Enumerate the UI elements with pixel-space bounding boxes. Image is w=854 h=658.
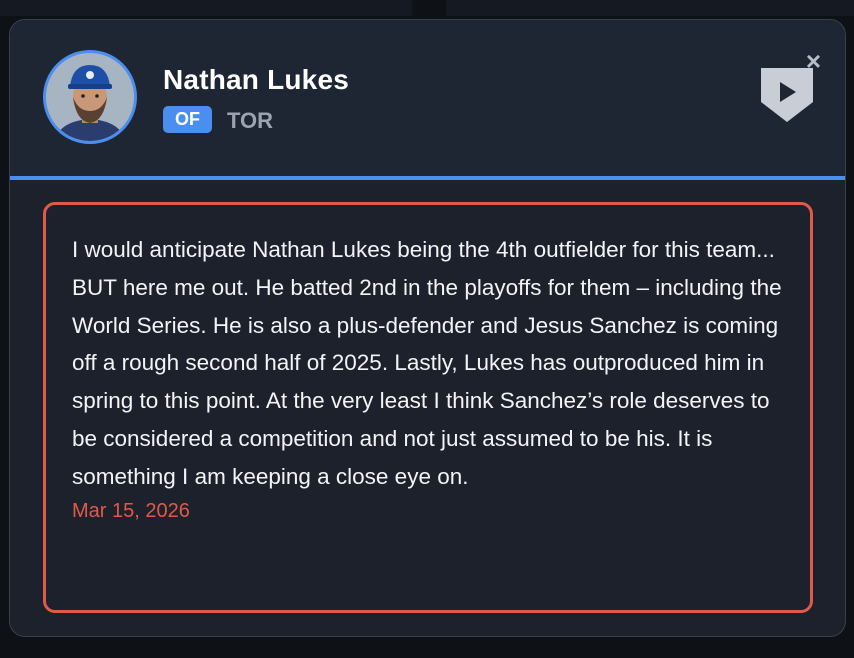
close-icon[interactable]: ×: [806, 48, 821, 74]
card-header: Nathan Lukes OF TOR ×: [10, 20, 845, 180]
player-headshot-icon: [46, 53, 134, 141]
player-news-card: Nathan Lukes OF TOR × I would anticipate…: [9, 19, 846, 637]
note-date: Mar 15, 2026: [72, 499, 190, 522]
avatar: [43, 50, 137, 144]
news-note: I would anticipate Nathan Lukes being th…: [43, 202, 813, 613]
background-panel-right: [446, 0, 854, 16]
team-abbreviation: TOR: [227, 108, 274, 133]
background-panel-left: [0, 0, 412, 16]
note-text: I would anticipate Nathan Lukes being th…: [72, 237, 782, 489]
position-badge: OF: [163, 106, 212, 133]
player-name[interactable]: Nathan Lukes: [163, 64, 349, 96]
